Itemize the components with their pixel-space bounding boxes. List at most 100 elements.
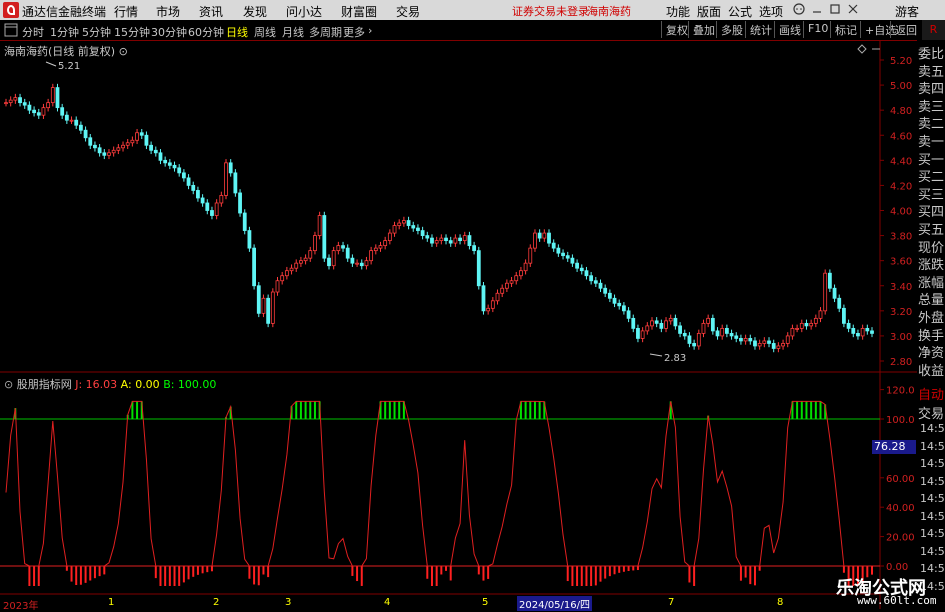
candle-body [650, 320, 654, 327]
sidebar-item-15: 外盘 [918, 311, 945, 326]
indicator-axis: 120.0 100.0 60.00 40.00 20.00 0.00 [880, 386, 915, 573]
chat-icon[interactable] [792, 2, 806, 16]
candle-body [411, 225, 416, 229]
candle-body [270, 291, 275, 324]
chevron-right-icon[interactable]: › [368, 24, 372, 37]
candle-body [369, 250, 374, 262]
auto-button[interactable]: 自动 [918, 384, 944, 403]
candle-body [4, 102, 8, 105]
login-status[interactable]: 证券交易未登录 [512, 3, 589, 19]
btn-f10[interactable]: F10 [803, 21, 832, 38]
menu-xuanxiang[interactable]: 选项 [759, 3, 783, 20]
period-15min[interactable]: 15分钟 [114, 24, 150, 40]
ind-tick-label: 0.00 [886, 562, 908, 573]
candle-body [158, 152, 163, 161]
candle-body [430, 237, 434, 244]
candle-body [341, 245, 345, 249]
period-30min[interactable]: 30分钟 [151, 24, 187, 40]
trade-button[interactable]: 交易 [918, 403, 944, 422]
menu-gongshi[interactable]: 公式 [728, 3, 752, 20]
menu-faxian[interactable]: 发现 [243, 3, 267, 20]
menu-shichang[interactable]: 市场 [156, 3, 180, 20]
minimize-icon[interactable] [810, 2, 824, 16]
candle-body [83, 129, 88, 139]
menu-wenxiaoda[interactable]: 问小达 [286, 3, 322, 20]
price-tick-label: 3.20 [890, 307, 912, 318]
time-item-6: 14:56 [920, 527, 945, 540]
period-1min[interactable]: 1分钟 [50, 24, 79, 40]
candle-body [144, 134, 149, 146]
menu-zixun[interactable]: 资讯 [199, 3, 223, 20]
menu-caifuquan[interactable]: 财富圈 [341, 3, 377, 20]
candle-body [514, 275, 519, 282]
menu-hangqing[interactable]: 行情 [114, 3, 138, 20]
candle-body [509, 280, 514, 284]
candle-body [476, 250, 481, 287]
candle-body [729, 333, 734, 337]
indicator-dot-icon[interactable]: ⊙ [4, 378, 13, 391]
time-item-7: 14:56 [920, 544, 945, 558]
candle-body [818, 310, 823, 319]
maximize-icon[interactable] [828, 2, 842, 16]
candle-body [214, 202, 219, 216]
period-daily[interactable]: 日线 [226, 24, 248, 40]
candle-body [172, 164, 177, 169]
chevron-down-icon[interactable]: ⊙ [119, 45, 128, 58]
candle-body [776, 345, 781, 349]
chart-title: 海南海药(日线 前复权) ⊙ [4, 45, 128, 58]
month-label-5: 5 [482, 597, 489, 608]
candle-body [565, 255, 570, 259]
period-5min[interactable]: 5分钟 [82, 24, 111, 40]
candle-body [767, 340, 771, 344]
menu-banmian[interactable]: 版面 [697, 3, 721, 20]
candle-body [724, 327, 729, 334]
menu-gongneng[interactable]: 功能 [666, 3, 690, 20]
candle-body [434, 240, 439, 244]
ind-tick-label: 40.00 [886, 503, 915, 514]
candle-body [303, 257, 308, 262]
ind-tick-label: 120.0 [886, 386, 915, 397]
sidebar-item-6: 买一 [918, 152, 945, 168]
period-weekly[interactable]: 周线 [254, 24, 276, 40]
price-tick-label: 3.80 [890, 232, 912, 243]
candle-body [481, 285, 486, 312]
period-60min[interactable]: 60分钟 [188, 24, 224, 40]
candle-body [121, 144, 125, 149]
close-icon[interactable] [846, 2, 860, 16]
sidebar-item-18: 收益 [918, 363, 945, 379]
btn-back[interactable]: 返回 [890, 21, 921, 38]
candle-body [823, 272, 828, 312]
candle-body [809, 322, 814, 327]
candle-body [603, 287, 608, 294]
price-tick-label: 4.80 [890, 106, 912, 117]
chart-canvas[interactable]: 5.21 2.83 5.20 5.00 4.80 4.60 4.40 4.20 4.00 3.… [0, 40, 917, 609]
candle-body [163, 159, 168, 164]
period-more[interactable]: 更多 [343, 24, 365, 40]
btn-duogu[interactable]: 多股 [716, 21, 747, 38]
btn-diejia[interactable]: 叠加 [688, 21, 719, 38]
time-item-0: 14:56 [920, 422, 945, 435]
period-multi[interactable]: 多周期 [309, 24, 342, 40]
candle-body [107, 152, 111, 156]
price-tick-label: 4.00 [890, 207, 912, 218]
candle-body [177, 167, 182, 174]
diamond-icon[interactable] [857, 44, 867, 54]
candle-body [813, 317, 818, 324]
menu-bar: 通达信金融终端 行情 市场 资讯 发现 问小达 财富圈 交易 证券交易未登录 海… [0, 0, 945, 20]
candle-body [696, 333, 701, 347]
menu-jiaoyi[interactable]: 交易 [396, 3, 420, 20]
window-icon[interactable] [4, 23, 18, 37]
period-monthly[interactable]: 月线 [282, 24, 304, 40]
btn-tongji[interactable]: 统计 [745, 21, 776, 38]
candle-body [135, 132, 139, 141]
guest-user[interactable]: 游客 [895, 3, 919, 20]
btn-biaoji[interactable]: 标记 [830, 21, 861, 38]
candle-body [860, 327, 865, 337]
candle-body [678, 325, 682, 334]
candle-body [167, 162, 172, 166]
candle-body [607, 292, 612, 299]
btn-huaxian[interactable]: 画线 [774, 21, 805, 38]
current-stock-name: 海南海药 [587, 5, 631, 18]
period-fenshi[interactable]: 分时 [22, 24, 44, 40]
candle-body [46, 102, 51, 109]
